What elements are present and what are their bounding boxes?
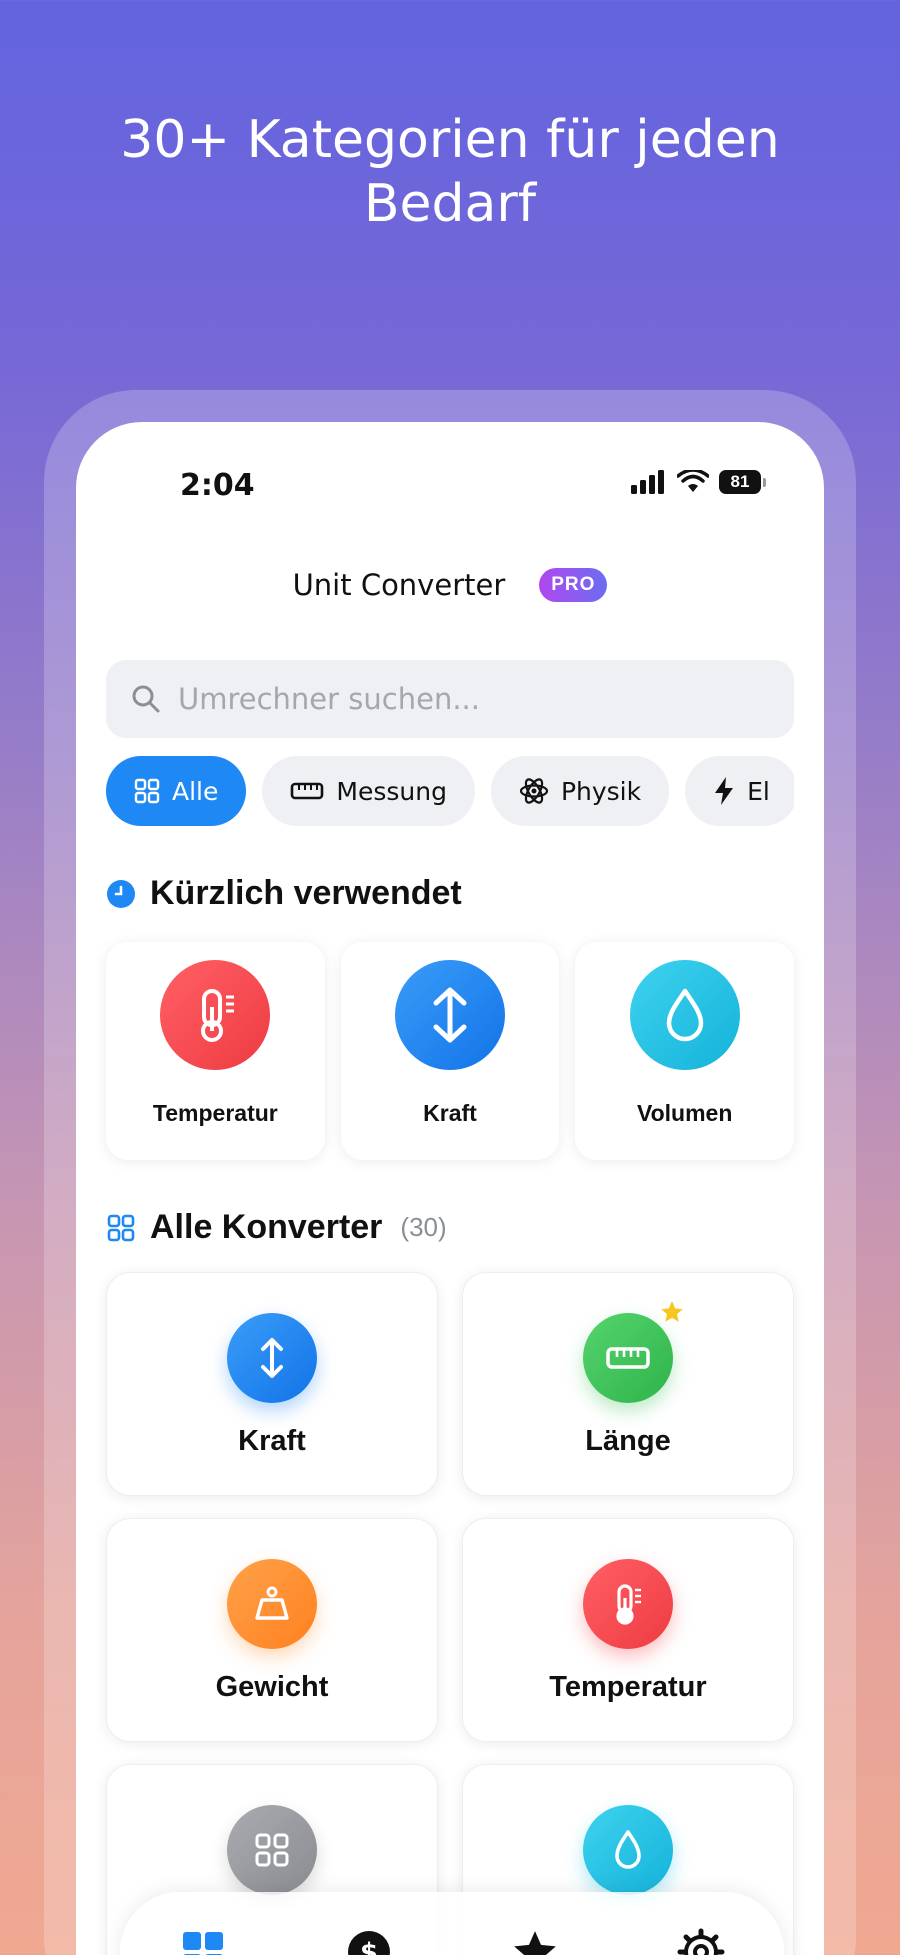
clock-icon [107, 879, 135, 908]
grid-icon [183, 1932, 223, 1955]
converter-label: Länge [585, 1425, 671, 1457]
recent-item-kraft[interactable]: Kraft [340, 942, 560, 1160]
tab-bar: $ [120, 1892, 784, 1955]
droplet-icon [629, 960, 740, 1070]
chip-elektrik[interactable]: El [685, 756, 794, 826]
status-bar: 2:04 81 [76, 462, 824, 506]
recent-title: Kürzlich verwendet [150, 874, 462, 912]
chip-label: Physik [560, 776, 642, 806]
grid-icon [134, 778, 160, 804]
tab-favorites[interactable] [505, 1922, 565, 1955]
status-time: 2:04 [180, 468, 255, 503]
chip-label: Alle [172, 776, 219, 806]
up-down-arrow-icon [395, 960, 505, 1070]
star-icon [514, 1931, 556, 1955]
tab-currency[interactable]: $ [339, 1922, 399, 1955]
converter-label: Kraft [238, 1425, 306, 1457]
recent-list: Temperatur Kraft Volumen [106, 942, 795, 1160]
all-section-header: Alle Konverter (30) [106, 1208, 447, 1247]
app-title: Unit Converter [292, 568, 506, 602]
svg-text:$: $ [360, 1938, 378, 1955]
thermometer-icon [583, 1559, 673, 1649]
converter-card-kraft[interactable]: Kraft [106, 1272, 438, 1496]
favorite-star-icon [661, 1301, 683, 1322]
all-title: Alle Konverter [150, 1208, 383, 1246]
recent-section-header: Kürzlich verwendet [106, 874, 462, 913]
search-placeholder: Umrechner suchen... [178, 682, 480, 716]
app-header: Unit Converter PRO [76, 560, 824, 610]
battery-icon: 81 [719, 470, 766, 494]
signal-icon [631, 470, 664, 494]
wifi-icon [677, 470, 709, 492]
recent-item-label: Volumen [636, 1100, 733, 1126]
grid-icon [107, 1214, 135, 1241]
converter-label: Temperatur [549, 1671, 707, 1703]
search-icon [132, 685, 160, 713]
atom-icon [519, 778, 549, 804]
chip-messung[interactable]: Messung [262, 756, 475, 826]
chip-label: Messung [336, 776, 447, 806]
tab-converters[interactable] [173, 1922, 233, 1955]
grid-icon [227, 1805, 317, 1895]
battery-level: 81 [719, 470, 761, 494]
weight-icon [227, 1559, 317, 1649]
ruler-icon [583, 1313, 673, 1403]
converter-label: Gewicht [215, 1671, 329, 1703]
tab-settings[interactable] [671, 1922, 731, 1955]
chip-physik[interactable]: Physik [490, 756, 670, 826]
thermometer-icon [160, 960, 271, 1070]
category-filter: Alle Messung Physik El [106, 756, 794, 826]
recent-item-label: Kraft [423, 1100, 477, 1126]
chip-alle[interactable]: Alle [106, 756, 247, 826]
recent-item-temperatur[interactable]: Temperatur [106, 942, 325, 1160]
headline: 30+ Kategorien für jeden Bedarf [120, 110, 780, 234]
droplet-icon [583, 1805, 673, 1895]
converter-card-gewicht[interactable]: Gewicht [106, 1518, 438, 1742]
converter-grid: Kraft Länge Gewicht Temperatur [106, 1272, 794, 1955]
bolt-icon [715, 777, 734, 805]
ruler-icon [291, 782, 324, 800]
pro-badge[interactable]: PRO [539, 568, 608, 602]
all-count: (30) [400, 1212, 447, 1242]
phone-screen: 2:04 81 Unit Converter PRO Umrechner suc… [76, 422, 824, 1955]
settings-icon [677, 1928, 725, 1955]
status-icons: 81 [631, 470, 766, 494]
recent-item-label: Temperatur [152, 1100, 278, 1126]
converter-card-laenge[interactable]: Länge [462, 1272, 794, 1496]
up-down-arrow-icon [227, 1313, 317, 1403]
search-input[interactable]: Umrechner suchen... [106, 660, 794, 738]
chip-label: El [747, 776, 770, 806]
dollar-icon: $ [348, 1931, 390, 1955]
converter-card-temperatur[interactable]: Temperatur [462, 1518, 794, 1742]
recent-item-volumen[interactable]: Volumen [575, 942, 795, 1160]
